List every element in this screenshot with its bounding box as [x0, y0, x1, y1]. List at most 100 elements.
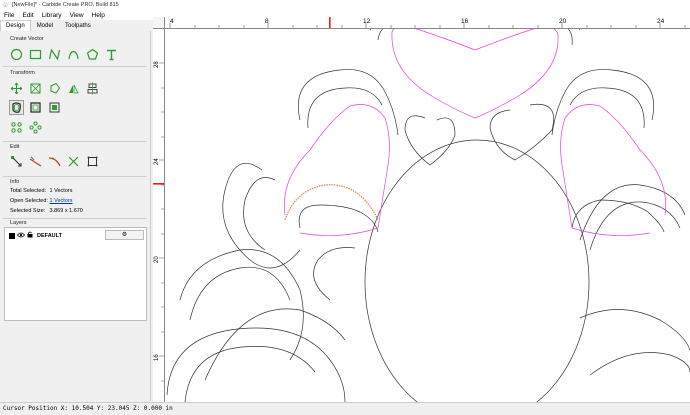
fillet-tool-icon[interactable]	[86, 155, 99, 168]
left-bottom-heart-outer[interactable]	[179, 249, 304, 361]
cursor-y-marker	[153, 183, 164, 185]
tab-design[interactable]: Design	[0, 20, 31, 31]
total-selected-label: Total Selected:	[10, 188, 47, 194]
eye-icon[interactable]	[16, 232, 26, 240]
ruler-y-label: 24	[154, 158, 160, 165]
design-canvas[interactable]	[153, 17, 690, 402]
ruler-y-label: 28	[154, 61, 160, 68]
layer-color-swatch[interactable]	[9, 232, 15, 239]
total-selected-value: 1 Vectors	[49, 188, 73, 194]
left-heart-offset[interactable]	[307, 87, 383, 129]
right-corner-arc[interactable]	[589, 352, 690, 376]
transform-tools-row-1	[10, 82, 99, 95]
right-lower-heart-inner[interactable]	[589, 201, 681, 251]
vector-drawing[interactable]	[153, 17, 690, 402]
vertical-ruler: 28 24 20 16	[153, 28, 165, 402]
left-corner-arc-inner[interactable]	[184, 346, 316, 402]
oval-vector[interactable]	[364, 139, 590, 402]
node-edit-tool-icon[interactable]	[10, 155, 23, 168]
info-selected-size: Selected Size: 3.869 x 1.670	[10, 208, 83, 214]
ruler-x-label: 20	[559, 18, 567, 25]
left-corner-arc-outer[interactable]	[166, 327, 346, 402]
layer-name: DEFAULT	[37, 232, 62, 239]
menu-library[interactable]: Library	[42, 12, 62, 19]
right-heart-offset[interactable]	[569, 87, 645, 129]
left-inner-wave[interactable]	[204, 308, 346, 381]
rotate-tool-icon[interactable]	[48, 82, 61, 95]
boolean-tool-icon[interactable]	[29, 101, 42, 114]
ruler-x-label: 12	[363, 18, 371, 25]
section-transform: Transform	[10, 70, 35, 76]
polygon-tool-icon[interactable]	[86, 48, 99, 61]
cut-tool-icon[interactable]	[67, 155, 80, 168]
open-selected-label: Open Selected:	[10, 198, 48, 204]
cursor-position: Cursor Position X: 10.504 Y: 23.045 Z: 0…	[3, 405, 173, 412]
lock-icon[interactable]	[27, 231, 33, 240]
right-heart-magenta[interactable]	[560, 104, 667, 229]
ruler-y-label: 16	[154, 354, 160, 361]
right-small-arch[interactable]	[571, 199, 665, 233]
left-heart-magenta[interactable]	[283, 104, 390, 229]
mode-tabs: Design Model Toolpaths	[0, 20, 150, 31]
status-bar: Cursor Position X: 10.504 Y: 23.045 Z: 0…	[0, 402, 690, 415]
layer-row[interactable]: DEFAULT	[9, 231, 62, 240]
ruler-corner	[153, 17, 165, 29]
offset-tool-icon[interactable]	[9, 100, 24, 115]
group-tool-icon[interactable]	[48, 101, 61, 114]
section-create-vector: Create Vector	[10, 36, 44, 42]
menu-help[interactable]: Help	[92, 12, 105, 19]
circle-tool-icon[interactable]	[10, 48, 23, 61]
left-heart-magenta-base[interactable]	[299, 227, 379, 236]
menu-view[interactable]: View	[70, 12, 84, 19]
edit-tools	[10, 155, 99, 168]
section-edit: Edit	[10, 144, 20, 150]
layer-settings-button[interactable]: ⚙	[105, 230, 144, 240]
curve-tool-icon[interactable]	[67, 48, 80, 61]
mirror-tool-icon[interactable]	[67, 82, 80, 95]
align-tool-icon[interactable]	[86, 82, 99, 95]
cursor-x-marker	[329, 17, 331, 28]
section-info: Info	[10, 179, 20, 185]
move-tool-icon[interactable]	[10, 82, 23, 95]
tab-model[interactable]: Model	[31, 20, 59, 31]
selected-size-value: 3.869 x 1.670	[49, 208, 83, 214]
left-lower-heart-inner[interactable]	[243, 177, 276, 251]
menu-edit[interactable]: Edit	[22, 12, 33, 19]
circular-array-tool-icon[interactable]	[29, 121, 42, 134]
left-loop[interactable]	[313, 247, 356, 301]
rectangle-tool-icon[interactable]	[29, 48, 42, 61]
transform-tools-row-3	[10, 121, 42, 134]
polyline-tool-icon[interactable]	[48, 48, 61, 61]
ruler-x-label: 4	[170, 18, 174, 25]
layers-list: DEFAULT ⚙	[4, 227, 147, 321]
array-tool-icon[interactable]	[10, 121, 23, 134]
info-total-selected: Total Selected: 1 Vectors	[10, 188, 72, 194]
right-bottom-wave[interactable]	[579, 309, 690, 351]
tab-toolpaths[interactable]: Toolpaths	[59, 20, 97, 31]
horizontal-ruler: 4 8 12 16 20 24	[153, 17, 690, 29]
join-tool-icon[interactable]	[48, 155, 61, 168]
left-lower-heart-outer[interactable]	[222, 163, 301, 269]
ruler-x-label: 24	[657, 18, 665, 25]
left-bottom-heart-inner[interactable]	[189, 266, 291, 321]
right-lower-heart-outer[interactable]	[579, 184, 686, 241]
text-tool-icon[interactable]	[105, 48, 118, 61]
transform-tools-row-2	[9, 100, 61, 115]
title-bar: ♧ [NewFile]* - Carbide Create PRO, Build…	[0, 0, 690, 10]
small-heart-left[interactable]	[404, 115, 456, 166]
info-open-selected: Open Selected: 1 Vectors	[10, 198, 72, 204]
ruler-x-label: 8	[265, 18, 269, 25]
selected-size-label: Selected Size:	[10, 208, 46, 214]
open-selected-link[interactable]: 1 Vectors	[50, 198, 73, 204]
gear-icon: ⚙	[121, 232, 128, 238]
left-small-arch[interactable]	[298, 204, 379, 233]
window-title: [NewFile]* - Carbide Create PRO, Build 8…	[12, 2, 119, 8]
ruler-x-label: 16	[461, 18, 469, 25]
scale-tool-icon[interactable]	[29, 82, 42, 95]
app-logo-icon: ♧	[2, 1, 9, 9]
section-layers: Layers	[10, 220, 27, 226]
design-panel: Create Vector Transform Edit Info Total	[0, 31, 151, 401]
menu-file[interactable]: File	[4, 12, 14, 19]
create-vector-tools	[10, 48, 118, 61]
trim-tool-icon[interactable]	[29, 155, 42, 168]
